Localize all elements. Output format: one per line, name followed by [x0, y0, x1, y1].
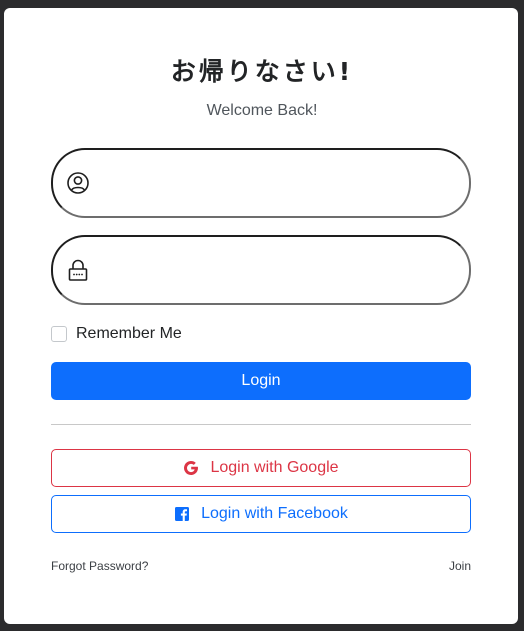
password-input[interactable]: [103, 247, 457, 293]
page-subtitle: Welcome Back!: [206, 102, 318, 119]
google-icon: [183, 460, 199, 476]
login-button[interactable]: Login: [51, 362, 471, 400]
page-title: お帰りなさい!: [170, 57, 354, 86]
facebook-login-button[interactable]: Login with Facebook: [51, 495, 471, 533]
divider: [51, 424, 471, 425]
remember-me: Remember Me: [51, 324, 182, 344]
remember-me-label: Remember Me: [76, 325, 182, 342]
facebook-login-label: Login with Facebook: [201, 505, 348, 522]
lock-icon: [66, 258, 90, 282]
forgot-password-link[interactable]: Forgot Password?: [51, 559, 148, 573]
username-input[interactable]: [103, 160, 457, 206]
facebook-icon: [174, 506, 190, 522]
google-login-button[interactable]: Login with Google: [51, 449, 471, 487]
username-field[interactable]: [51, 148, 471, 218]
join-link[interactable]: Join: [449, 559, 471, 573]
google-login-label: Login with Google: [210, 459, 339, 476]
user-icon: [66, 171, 90, 195]
password-field[interactable]: [51, 235, 471, 305]
remember-me-checkbox[interactable]: [51, 326, 67, 342]
